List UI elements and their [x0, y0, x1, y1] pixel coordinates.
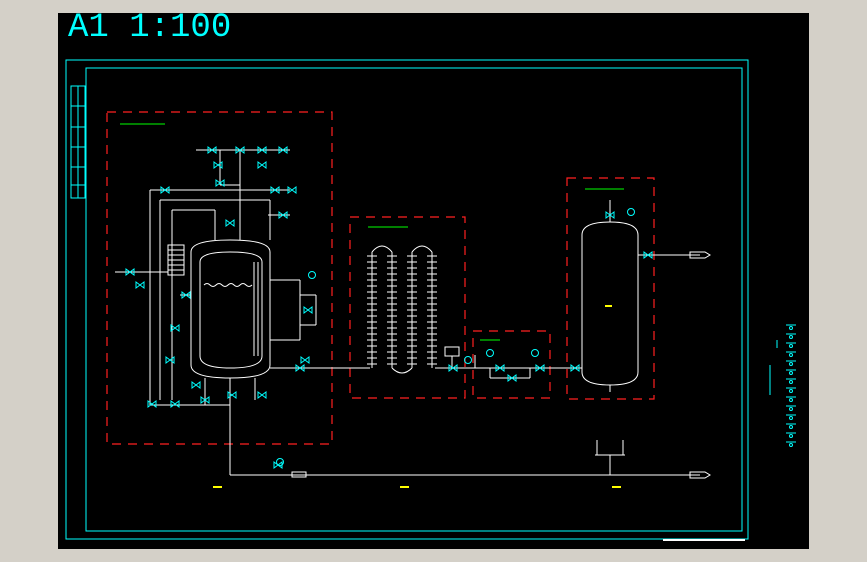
pressure-gauge-icon — [627, 208, 635, 216]
note-marks — [213, 305, 621, 488]
legend-symbol — [789, 407, 793, 411]
coil-heater — [167, 244, 185, 276]
valve-icon — [257, 391, 267, 399]
legend-symbol — [789, 371, 793, 375]
boundary-air-heater-unit — [349, 216, 466, 399]
air-heater-fins — [367, 245, 437, 374]
valve-icon — [225, 219, 235, 227]
pressure-gauge-icon — [308, 271, 316, 279]
valve-icon — [227, 391, 237, 399]
legend-symbol — [789, 380, 793, 384]
fin-bend — [411, 245, 433, 253]
legend-symbol — [789, 353, 793, 357]
fin-bend — [391, 367, 413, 374]
legend-symbol — [789, 344, 793, 348]
valve-symbols — [125, 146, 653, 469]
valve-icon — [191, 381, 201, 389]
legend-symbol — [789, 434, 793, 438]
outer-frame — [65, 59, 749, 540]
legend-symbol — [789, 416, 793, 420]
bottom-outlet-line — [230, 440, 711, 479]
pressure-gauge-icon — [531, 349, 539, 357]
legend-symbol — [789, 335, 793, 339]
inner-frame — [85, 67, 743, 532]
valve-icon — [165, 356, 175, 364]
valve-icon — [170, 400, 180, 408]
buffer-tank — [581, 200, 711, 392]
boundary-regulator-unit — [472, 330, 551, 399]
vaporizer-vessel — [190, 239, 271, 379]
legend-symbol — [789, 326, 793, 330]
valve-icon — [213, 161, 223, 169]
legend-symbol — [789, 362, 793, 366]
valve-icon — [257, 161, 267, 169]
legend-symbol — [789, 425, 793, 429]
pressure-gauge-icon — [486, 349, 494, 357]
legend-symbol — [789, 443, 793, 447]
valve-icon — [147, 400, 157, 408]
process-diagram — [65, 59, 796, 541]
legend-symbol — [789, 389, 793, 393]
revision-strip — [70, 85, 86, 199]
valve-icon — [303, 306, 313, 314]
fin-bend — [371, 245, 393, 253]
legend-symbol — [789, 398, 793, 402]
regulator-piping — [435, 346, 582, 379]
valve-icon — [135, 281, 145, 289]
valve-icon — [300, 356, 310, 364]
legend-column — [769, 324, 796, 447]
